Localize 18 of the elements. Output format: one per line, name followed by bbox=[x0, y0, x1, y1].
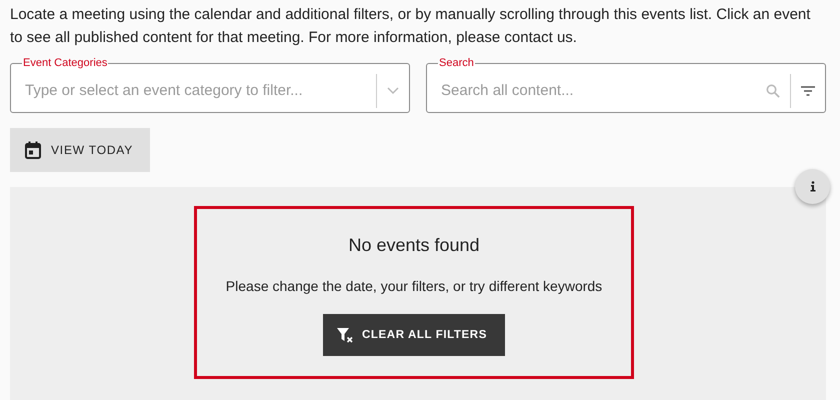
clear-filters-button[interactable]: CLEAR ALL FILTERS bbox=[323, 314, 505, 356]
search-field[interactable]: Search Search all content... bbox=[426, 57, 826, 113]
empty-state-message: Please change the date, your filters, or try different keywords bbox=[226, 278, 602, 294]
view-today-button[interactable]: VIEW TODAY bbox=[10, 128, 150, 172]
category-field[interactable]: Event Categories Type or select an event category to filter... bbox=[10, 57, 410, 113]
filter-clear-icon bbox=[337, 327, 354, 343]
calendar-icon bbox=[25, 141, 41, 159]
search-input[interactable]: Search all content... bbox=[439, 81, 756, 100]
field-label: Event Categories bbox=[22, 57, 108, 69]
category-input[interactable]: Type or select an event category to filter... bbox=[23, 81, 366, 100]
filter-icon[interactable] bbox=[801, 86, 815, 96]
search-icon[interactable] bbox=[766, 84, 780, 98]
intro-text: Locate a meeting using the calendar and additional filters, or by manually scrolling through this events list. Click an event to see all published content for that meeting. For more information, please contact us. bbox=[10, 5, 812, 48]
info-icon bbox=[810, 181, 816, 192]
field-label: Search bbox=[438, 57, 475, 69]
empty-state-title: No events found bbox=[348, 235, 480, 256]
chevron-down-icon[interactable] bbox=[387, 86, 399, 94]
info-button[interactable] bbox=[795, 169, 830, 204]
